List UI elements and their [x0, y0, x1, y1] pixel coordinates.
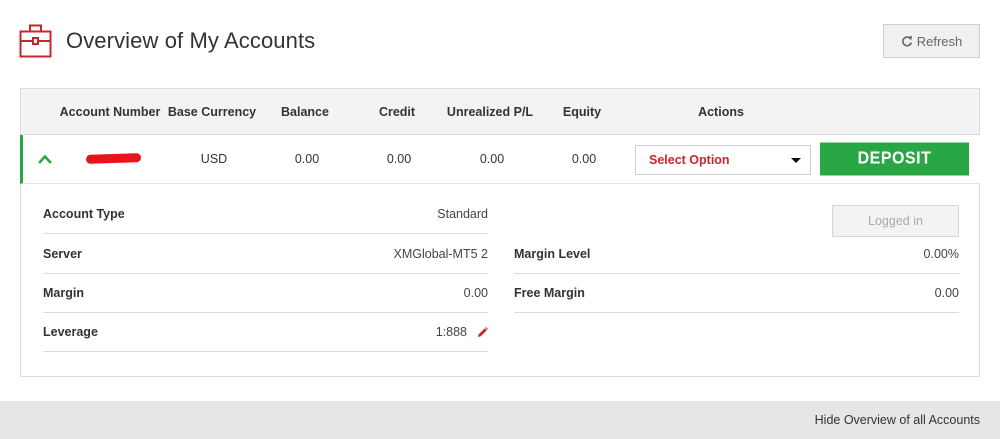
pencil-icon[interactable]: [477, 327, 488, 338]
column-header-account-number: Account Number: [59, 105, 161, 119]
detail-row-account-type: Account Type Standard: [43, 195, 488, 234]
detail-label: Free Margin: [514, 286, 585, 300]
detail-value: XMGlobal-MT5 2: [393, 247, 488, 261]
detail-value: 1:888: [435, 325, 467, 339]
logged-in-button[interactable]: Logged in: [832, 205, 959, 237]
deposit-button[interactable]: DEPOSIT: [820, 142, 969, 176]
column-header-base-currency: Base Currency: [167, 105, 257, 119]
detail-row-server: Server XMGlobal-MT5 2: [43, 235, 488, 274]
cell-base-currency: USD: [200, 152, 228, 166]
detail-value: Standard: [437, 207, 488, 221]
detail-row-margin: Margin 0.00: [43, 274, 488, 313]
hide-overview-link[interactable]: Hide Overview of all Accounts: [815, 401, 980, 439]
column-header-unrealized-pl: Unrealized P/L: [446, 105, 534, 119]
detail-value: 0.00: [463, 286, 488, 300]
detail-value: 0.00%: [923, 247, 959, 261]
detail-label: Account Type: [43, 207, 125, 221]
footer-bar: Hide Overview of all Accounts: [0, 401, 1000, 439]
detail-row-leverage: Leverage 1:888: [43, 313, 488, 352]
column-header-balance: Balance: [281, 105, 329, 119]
refresh-label: Refresh: [916, 33, 963, 49]
detail-label: Leverage: [43, 325, 98, 339]
table-header: Account Number Base Currency Balance Cre…: [21, 89, 979, 135]
redacted-account-number: [85, 153, 142, 164]
table-row: USD 0.00 0.00 0.00 0.00 Select Option DE…: [20, 135, 980, 184]
accounts-panel: Account Number Base Currency Balance Cre…: [20, 88, 980, 377]
column-header-credit: Credit: [378, 105, 416, 119]
cell-unrealized-pl: 0.00: [479, 152, 505, 166]
chevron-up-icon[interactable]: [38, 152, 52, 166]
detail-row-margin-level: Margin Level 0.00%: [514, 235, 959, 274]
detail-row-free-margin: Free Margin 0.00: [514, 274, 959, 313]
detail-label: Margin Level: [514, 247, 591, 261]
action-select-label: Select Option: [649, 153, 730, 167]
detail-label: Server: [43, 247, 82, 261]
briefcase-icon: [19, 24, 52, 58]
refresh-icon: [901, 36, 912, 47]
column-header-equity: Equity: [562, 105, 602, 119]
page-header: Overview of My Accounts Refresh: [0, 0, 1000, 88]
refresh-button[interactable]: Refresh: [883, 24, 980, 58]
account-details: Account Type Standard Server XMGlobal-MT…: [21, 185, 979, 377]
column-header-actions: Actions: [698, 105, 744, 119]
page-title: Overview of My Accounts: [66, 28, 316, 53]
cell-credit: 0.00: [386, 152, 412, 166]
cell-equity: 0.00: [571, 152, 597, 166]
cell-balance: 0.00: [294, 152, 320, 166]
detail-label: Margin: [43, 286, 84, 300]
detail-value: 0.00: [934, 286, 959, 300]
caret-down-icon: [791, 158, 801, 163]
action-select[interactable]: Select Option: [635, 145, 811, 175]
